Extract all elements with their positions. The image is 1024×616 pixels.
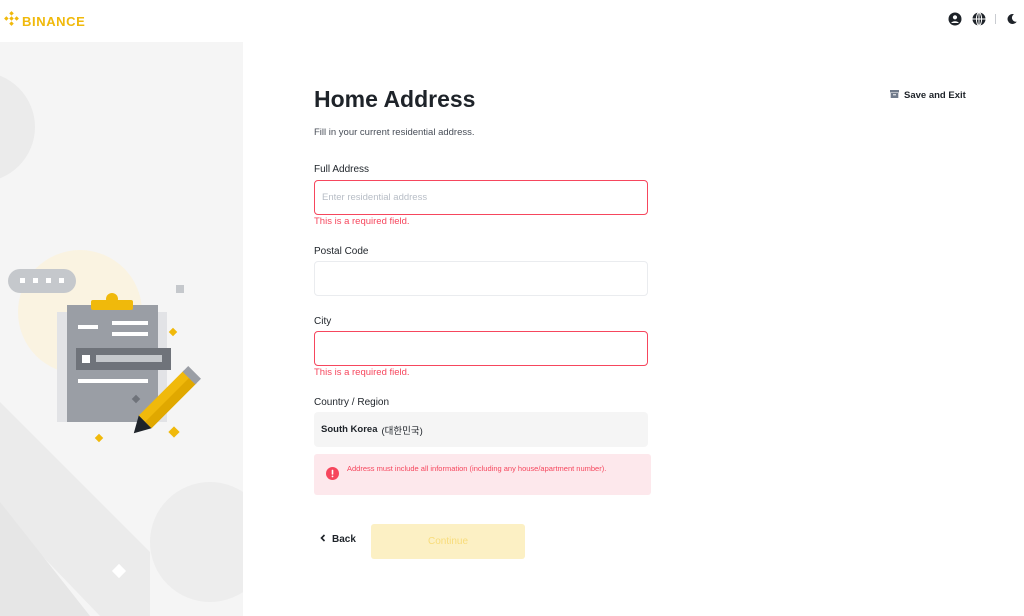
divider	[995, 14, 996, 24]
city-error: This is a required field.	[314, 367, 410, 378]
city-input[interactable]	[314, 331, 648, 366]
page-title: Home Address	[314, 86, 476, 112]
top-bar: BINANCE	[0, 0, 1024, 42]
page-subtitle: Fill in your current residential address…	[314, 127, 475, 138]
save-and-exit-label: Save and Exit	[904, 90, 966, 101]
chevron-left-icon	[320, 534, 326, 545]
full-address-error: This is a required field.	[314, 216, 410, 227]
save-and-exit-button[interactable]: Save and Exit	[890, 90, 966, 101]
alert-message: Address must include all information (in…	[347, 464, 607, 473]
globe-icon[interactable]	[971, 11, 987, 27]
address-warning-alert: Address must include all information (in…	[314, 454, 651, 495]
back-label: Back	[332, 534, 356, 545]
country-value: South Korea	[321, 424, 378, 435]
back-button[interactable]: Back	[320, 534, 356, 545]
binance-logo-icon	[4, 11, 19, 31]
country-select[interactable]: South Korea (대한민국)	[314, 412, 648, 447]
address-illustration	[0, 75, 243, 616]
postal-code-label: Postal Code	[314, 246, 369, 257]
alert-circle-icon	[326, 467, 339, 480]
city-label: City	[314, 316, 332, 327]
user-icon[interactable]	[947, 11, 963, 27]
moon-icon[interactable]	[1004, 11, 1020, 27]
country-label: Country / Region	[314, 397, 390, 408]
postal-code-input[interactable]	[314, 261, 648, 296]
continue-button[interactable]: Continue	[371, 524, 525, 559]
illustration-panel	[0, 42, 243, 616]
brand-name: BINANCE	[22, 13, 86, 29]
full-address-input[interactable]	[314, 180, 648, 215]
full-address-label: Full Address	[314, 164, 370, 175]
country-native-name: (대한민국)	[381, 425, 423, 437]
archive-icon	[890, 90, 899, 101]
binance-logo[interactable]: BINANCE	[4, 11, 85, 31]
